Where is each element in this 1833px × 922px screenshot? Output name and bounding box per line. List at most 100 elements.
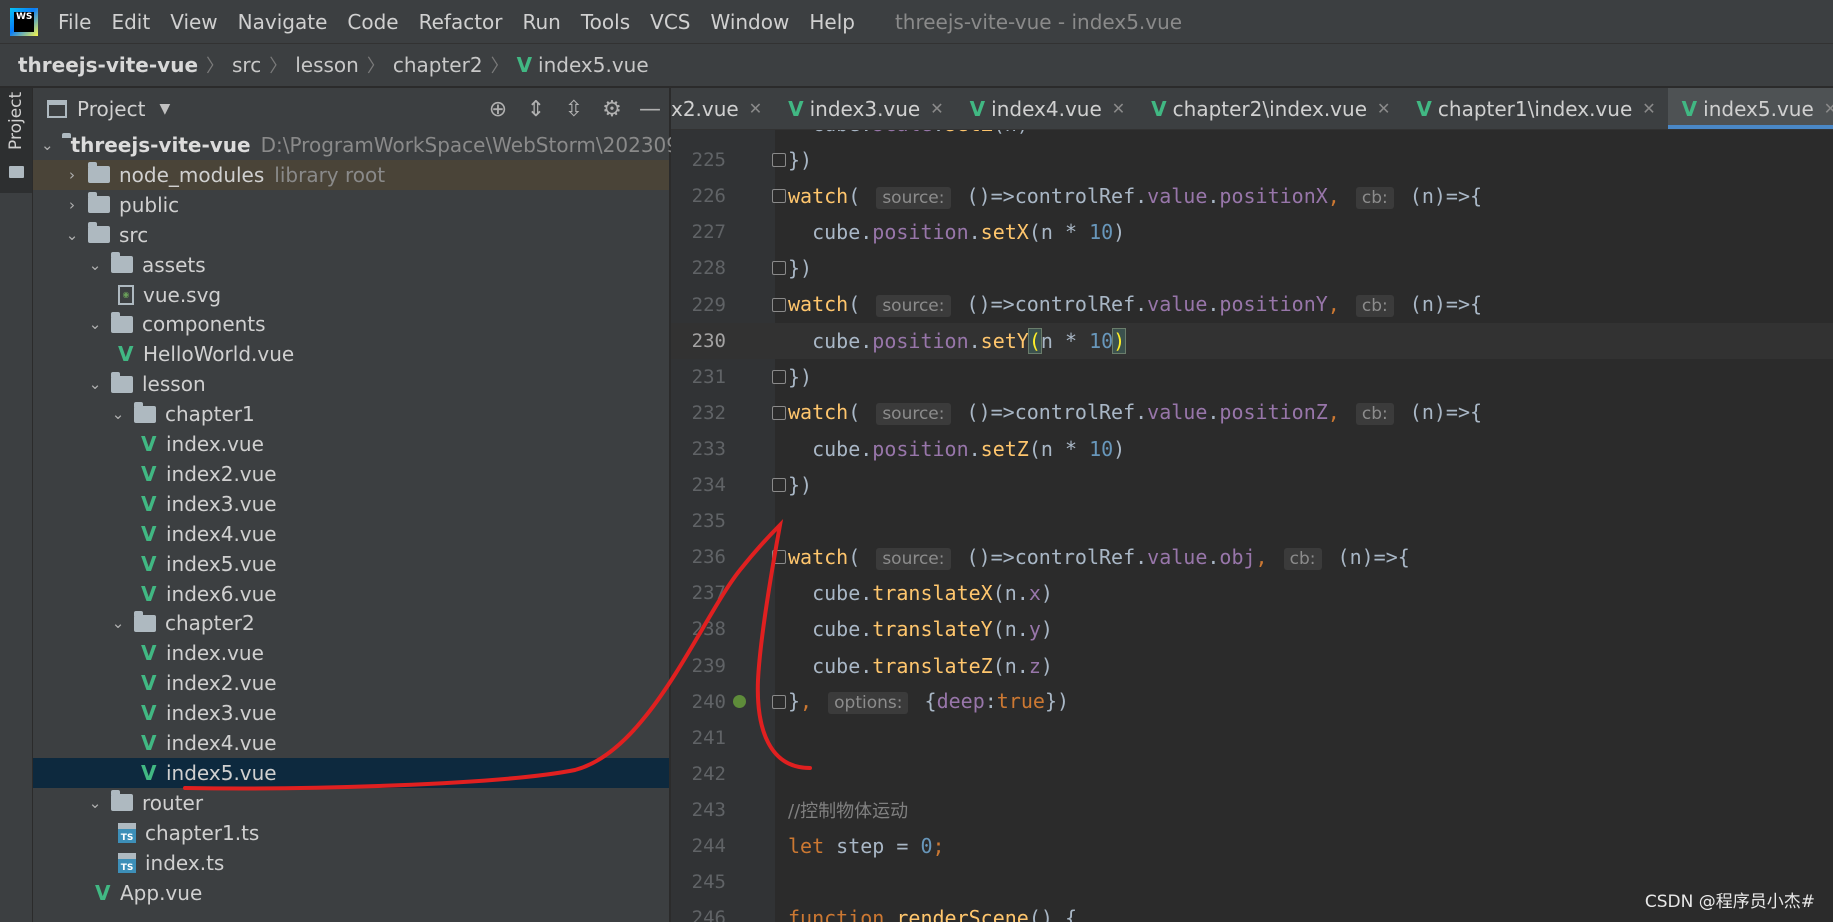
code-area[interactable]: 224 cube.scale.setZ(n)225})226watch( sou…	[671, 130, 1833, 922]
fold-marker-icon[interactable]	[772, 694, 786, 709]
tree-file-row[interactable]: TS index.ts	[33, 848, 669, 878]
tree-folder-row[interactable]: › public	[33, 190, 669, 220]
fold-marker-icon[interactable]	[772, 297, 786, 312]
project-panel-title[interactable]: Project	[77, 97, 145, 121]
tree-folder-row[interactable]: ⌄ lesson	[33, 369, 669, 399]
tree-file-row[interactable]: Vindex.vue	[33, 638, 669, 668]
menu-item-run[interactable]: Run	[513, 10, 571, 34]
menu-item-refactor[interactable]: Refactor	[409, 10, 513, 34]
menu-item-navigate[interactable]: Navigate	[228, 10, 338, 34]
tree-folder-row[interactable]: ⌄ src	[33, 220, 669, 250]
code-line[interactable]: 228})	[671, 250, 1833, 286]
code-line[interactable]: 240}, options: {deep:true})	[671, 684, 1833, 720]
fold-marker-icon[interactable]	[772, 189, 786, 204]
close-icon[interactable]: ✕	[930, 99, 943, 118]
tree-file-row[interactable]: Vindex2.vue	[33, 668, 669, 698]
code-line[interactable]: 229 watch( source: ()=>controlRef.value.p…	[671, 287, 1833, 323]
tree-file-row[interactable]: V HelloWorld.vue	[33, 339, 669, 369]
breadcrumb-project[interactable]: threejs-vite-vue	[18, 53, 198, 77]
editor-tab[interactable]: Vchapter2\index.vue ✕	[1137, 88, 1402, 129]
code-line[interactable]: 232 watch( source: ()=>controlRef.value.p…	[671, 395, 1833, 431]
chevron-down-icon[interactable]: ⌄	[64, 226, 80, 244]
menu-item-help[interactable]: Help	[799, 10, 865, 34]
fold-marker-icon[interactable]	[772, 405, 786, 420]
tree-folder-row[interactable]: ⌄ chapter1	[33, 399, 669, 429]
chevron-down-icon[interactable]: ⌄	[87, 375, 103, 393]
editor-tab[interactable]: Vindex4.vue ✕	[956, 88, 1138, 129]
tree-file-row[interactable]: Vindex5.vue	[33, 757, 669, 788]
tree-file-row[interactable]: ◉ vue.svg	[33, 280, 669, 310]
caret-down-icon[interactable]: ▼	[159, 101, 170, 117]
tree-file-row[interactable]: Vindex3.vue	[33, 489, 669, 519]
tree-folder-row[interactable]: ⌄ assets	[33, 250, 669, 280]
chevron-down-icon[interactable]: ⌄	[110, 405, 126, 423]
tree-file-row[interactable]: Vindex4.vue	[33, 519, 669, 549]
code-line[interactable]: 230 cube.position.setY(n * 10)	[671, 322, 1833, 359]
locate-file-icon[interactable]: ⊕	[479, 97, 517, 122]
gear-icon[interactable]: ⚙	[593, 97, 631, 122]
breadcrumb-lesson[interactable]: lesson	[295, 53, 359, 77]
code-line[interactable]: 226 watch( source: ()=>controlRef.value.p…	[671, 178, 1833, 214]
collapse-all-icon[interactable]: ⇳	[555, 97, 593, 122]
editor-tab[interactable]: Vindex3.vue ✕	[774, 88, 956, 129]
menu-item-view[interactable]: View	[160, 10, 227, 34]
code-line[interactable]: 236 watch( source: ()=>controlRef.value.o…	[671, 539, 1833, 575]
code-line[interactable]: 242	[671, 756, 1833, 792]
code-line[interactable]: 224 cube.scale.setZ(n)	[671, 130, 1833, 142]
close-icon[interactable]: ✕	[1112, 99, 1125, 118]
tree-folder-row[interactable]: ⌄ components	[33, 309, 669, 339]
chevron-down-icon[interactable]: ⌄	[87, 315, 103, 333]
menu-item-vcs[interactable]: VCS	[640, 10, 700, 34]
tree-file-row[interactable]: TS chapter1.ts	[33, 818, 669, 848]
tree-file-row[interactable]: Vindex4.vue	[33, 728, 669, 758]
chevron-down-icon[interactable]: ⌄	[87, 256, 103, 274]
tree-file-row[interactable]: Vindex.vue	[33, 429, 669, 459]
project-tool-tab[interactable]: Project	[0, 88, 32, 193]
code-line[interactable]: 243 //控制物体运动	[671, 792, 1833, 828]
tree-file-row[interactable]: Vindex6.vue	[33, 579, 669, 609]
close-icon[interactable]: ✕	[1377, 99, 1390, 118]
tree-folder-row[interactable]: ⌄ router	[33, 788, 669, 818]
code-line[interactable]: 238 cube.translateY(n.y)	[671, 611, 1833, 647]
tree-file-row[interactable]: Vindex3.vue	[33, 698, 669, 728]
tree-folder-row[interactable]: ⌄ threejs-vite-vue D:\ProgramWorkSpace\Web…	[33, 130, 704, 160]
code-line[interactable]: 244 let step = 0;	[671, 828, 1833, 864]
expand-all-icon[interactable]: ⇕	[517, 97, 555, 122]
fold-marker-icon[interactable]	[772, 369, 786, 384]
hide-panel-icon[interactable]: —	[631, 97, 669, 122]
tree-folder-row[interactable]: › node_modules library root	[33, 159, 669, 190]
chevron-down-icon[interactable]: ⌄	[87, 794, 103, 812]
editor-tab[interactable]: x2.vue ✕	[671, 88, 774, 129]
code-line[interactable]: 227 cube.position.setX(n * 10)	[671, 214, 1833, 250]
editor-tab[interactable]: Vchapter1\index.vue ✕	[1402, 88, 1667, 129]
breadcrumb-file[interactable]: index5.vue	[538, 53, 649, 77]
tree-file-row[interactable]: Vindex2.vue	[33, 459, 669, 489]
breadcrumb-chapter2[interactable]: chapter2	[393, 53, 483, 77]
code-line[interactable]: 241	[671, 720, 1833, 756]
code-line[interactable]: 231})	[671, 359, 1833, 395]
tree-folder-row[interactable]: ⌄ chapter2	[33, 608, 669, 638]
close-icon[interactable]: ✕	[749, 99, 762, 118]
fold-marker-icon[interactable]	[772, 261, 786, 276]
gutter-marker-icon[interactable]	[733, 695, 746, 709]
close-icon[interactable]: ✕	[1642, 99, 1655, 118]
code-line[interactable]: 233 cube.position.setZ(n * 10)	[671, 431, 1833, 467]
chevron-right-icon[interactable]: ›	[64, 196, 80, 214]
close-icon[interactable]: ✕	[1824, 99, 1833, 118]
fold-marker-icon[interactable]	[772, 550, 786, 565]
menu-item-code[interactable]: Code	[337, 10, 408, 34]
code-line[interactable]: 237 cube.translateX(n.x)	[671, 575, 1833, 611]
code-line[interactable]: 234})	[671, 467, 1833, 503]
code-line[interactable]: 239 cube.translateZ(n.z)	[671, 648, 1833, 684]
editor-tab[interactable]: Vindex5.vue ✕	[1667, 88, 1833, 129]
fold-marker-icon[interactable]	[772, 153, 786, 168]
tree-file-row[interactable]: Vindex5.vue	[33, 549, 669, 579]
menu-item-file[interactable]: File	[48, 10, 101, 34]
code-line[interactable]: 235	[671, 503, 1833, 539]
tree-file-row[interactable]: V App.vue	[33, 878, 669, 908]
webstorm-logo-icon[interactable]: WS	[10, 7, 38, 36]
chevron-right-icon[interactable]: ›	[64, 166, 80, 184]
chevron-down-icon[interactable]: ⌄	[110, 614, 126, 632]
fold-marker-icon[interactable]	[772, 478, 786, 492]
code-line[interactable]: 225})	[671, 142, 1833, 178]
